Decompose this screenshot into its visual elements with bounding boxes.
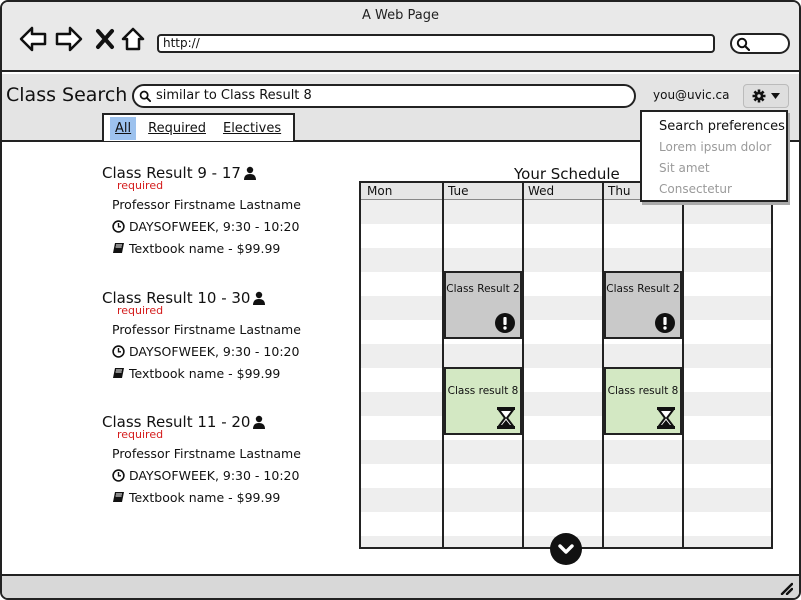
- calendar-row-stripe: [361, 488, 771, 512]
- search-icon: [736, 37, 750, 51]
- calendar-row-stripe: [361, 248, 771, 272]
- professor-text: Professor Firstname Lastname: [112, 196, 301, 212]
- stop-button[interactable]: [90, 24, 120, 54]
- exclamation-icon: [495, 313, 515, 333]
- calendar-row-stripe: [361, 440, 771, 464]
- url-bar[interactable]: http://: [157, 34, 715, 53]
- schedule-calendar: Mon Tue Wed Thu Class Result 2 Class Res…: [359, 181, 773, 549]
- home-icon: [121, 27, 145, 51]
- calendar-row-stripe: [361, 392, 771, 416]
- chevron-down-icon: [771, 93, 780, 99]
- forward-arrow-icon: [55, 26, 83, 52]
- class-time: DAYSOFWEEK, 9:30 - 10:20: [112, 465, 342, 485]
- hourglass-icon: [497, 407, 515, 429]
- home-button[interactable]: [118, 24, 148, 54]
- search-icon: [139, 90, 151, 102]
- resize-grip-icon: [780, 582, 793, 595]
- day-header-mon: Mon: [367, 184, 393, 198]
- forward-button[interactable]: [54, 24, 84, 54]
- gear-icon: [752, 89, 766, 103]
- event-label: Class Result 2: [606, 283, 680, 295]
- day-column-divider: [522, 183, 524, 547]
- class-time: DAYSOFWEEK, 9:30 - 10:20: [112, 341, 342, 361]
- scroll-down-button[interactable]: [550, 533, 582, 565]
- back-arrow-icon: [19, 26, 47, 52]
- user-email[interactable]: you@uvic.ca: [653, 88, 729, 102]
- hourglass-icon: [657, 407, 675, 429]
- user-icon: [253, 415, 266, 429]
- filter-tabs: All Required Electives: [102, 113, 295, 141]
- user-icon: [253, 291, 266, 305]
- close-x-icon: [96, 29, 114, 49]
- textbook-info: Textbook name - $99.99: [112, 238, 342, 258]
- clock-icon: [112, 344, 125, 358]
- textbook-info: Textbook name - $99.99: [112, 363, 342, 383]
- class-result-item[interactable]: Class Result 11 - 20 required Professor …: [102, 413, 342, 507]
- class-result-item[interactable]: Class Result 10 - 30 required Professor …: [102, 289, 342, 383]
- browser-window: A Web Page http:// Class Search similar …: [0, 0, 801, 600]
- professor-name: Professor Firstname Lastname: [112, 443, 342, 463]
- schedule-event-conflict[interactable]: Class Result 2: [604, 271, 682, 339]
- class-search-input[interactable]: similar to Class Result 8: [132, 84, 636, 108]
- schedule-event-pending[interactable]: Class result 8: [444, 367, 522, 435]
- professor-text: Professor Firstname Lastname: [112, 445, 301, 461]
- class-time: DAYSOFWEEK, 9:30 - 10:20: [112, 216, 342, 236]
- window-title: A Web Page: [362, 8, 439, 23]
- professor-name: Professor Firstname Lastname: [112, 194, 342, 214]
- textbook-text: Textbook name - $99.99: [129, 489, 281, 505]
- clock-icon: [112, 219, 125, 233]
- chevron-down-icon: [558, 543, 574, 554]
- tab-electives[interactable]: Electives: [218, 117, 286, 140]
- day-header-thu: Thu: [608, 184, 631, 198]
- settings-menu-button[interactable]: [743, 84, 789, 108]
- user-icon: [243, 166, 256, 180]
- textbook-text: Textbook name - $99.99: [129, 240, 281, 256]
- day-column-divider: [442, 183, 444, 547]
- event-label: Class Result 2: [446, 283, 520, 295]
- browser-chrome: A Web Page http://: [2, 2, 799, 72]
- exclamation-icon: [655, 313, 675, 333]
- event-label: Class result 8: [447, 385, 519, 397]
- day-column-divider: [682, 183, 684, 547]
- book-icon: [113, 368, 124, 378]
- day-header-wed: Wed: [528, 184, 555, 198]
- schedule-event-conflict[interactable]: Class Result 2: [444, 271, 522, 339]
- book-icon: [113, 243, 124, 253]
- menu-item-sit-amet: Sit amet: [659, 161, 710, 175]
- textbook-info: Textbook name - $99.99: [112, 487, 342, 507]
- calendar-row-stripe: [361, 344, 771, 368]
- status-bar: [2, 574, 799, 598]
- class-result-item[interactable]: Class Result 9 - 17 required Professor F…: [102, 164, 342, 258]
- class-time-text: DAYSOFWEEK, 9:30 - 10:20: [129, 467, 300, 483]
- clock-icon: [112, 468, 125, 482]
- class-time-text: DAYSOFWEEK, 9:30 - 10:20: [129, 218, 300, 234]
- day-header-tue: Tue: [448, 184, 469, 198]
- book-icon: [113, 492, 124, 502]
- class-time-text: DAYSOFWEEK, 9:30 - 10:20: [129, 343, 300, 359]
- professor-text: Professor Firstname Lastname: [112, 321, 301, 337]
- schedule-event-pending[interactable]: Class result 8: [604, 367, 682, 435]
- calendar-row-stripe: [361, 296, 771, 320]
- menu-item-search-preferences[interactable]: Search preferences: [642, 116, 786, 137]
- browser-search-field[interactable]: [730, 33, 790, 54]
- search-input-value: similar to Class Result 8: [156, 88, 312, 103]
- professor-name: Professor Firstname Lastname: [112, 319, 342, 339]
- calendar-row-stripe: [361, 200, 771, 224]
- menu-item-consectetur: Consectetur: [659, 182, 732, 196]
- page-title: Class Search: [6, 84, 128, 106]
- day-column-divider: [602, 183, 604, 547]
- menu-item-lorem-ipsum: Lorem ipsum dolor: [659, 140, 772, 154]
- textbook-text: Textbook name - $99.99: [129, 365, 281, 381]
- event-label: Class result 8: [607, 385, 679, 397]
- tab-required[interactable]: Required: [143, 117, 211, 140]
- back-button[interactable]: [18, 24, 48, 54]
- settings-dropdown: Search preferences Lorem ipsum dolor Sit…: [640, 110, 788, 202]
- tab-all[interactable]: All: [110, 116, 137, 140]
